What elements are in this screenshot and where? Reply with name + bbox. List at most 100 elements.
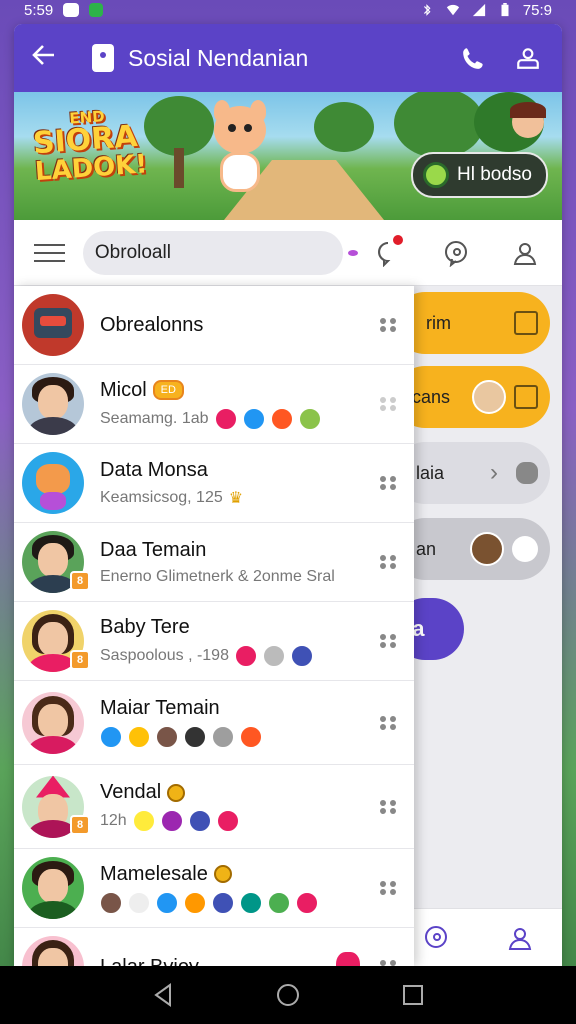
- chat-list-item[interactable]: Lalar Bvioy: [14, 928, 414, 966]
- avatar: [22, 452, 84, 514]
- chat-list-item[interactable]: Micol ED Seamamg. 1ab: [14, 365, 414, 444]
- user-tab-icon[interactable]: [506, 924, 534, 952]
- wifi-icon: [446, 4, 459, 16]
- status-right-time: 75:9: [522, 1, 552, 19]
- chat-list-item[interactable]: Data Monsa Keamsicsog, 125 ♛: [14, 444, 414, 523]
- more-options-icon[interactable]: [374, 709, 402, 737]
- secondary-panel: rim cans laia › an sa: [394, 286, 562, 966]
- status-time: 5:59: [24, 1, 54, 19]
- recents-nav-icon[interactable]: [400, 982, 426, 1008]
- avatar: [472, 380, 506, 414]
- pill-item[interactable]: cans: [394, 366, 550, 428]
- more-options-icon[interactable]: [374, 793, 402, 821]
- more-options-icon[interactable]: [374, 311, 402, 339]
- more-options-icon[interactable]: [374, 627, 402, 655]
- badge-icon: 8: [70, 650, 90, 670]
- status-bar: 5:59 75:9: [0, 0, 576, 20]
- profile-tab-button[interactable]: [502, 229, 548, 277]
- avatar: [22, 857, 84, 919]
- notification-icon: [63, 3, 80, 17]
- chat-list-item[interactable]: Maiar Temain: [14, 681, 414, 765]
- pill-label: an: [416, 538, 437, 559]
- pill-label: rim: [426, 312, 451, 333]
- chat-list-item[interactable]: Obrealonns: [14, 286, 414, 365]
- coin-icon: [213, 865, 232, 883]
- chat-name: Lalar Bvioy: [100, 956, 336, 967]
- more-options-icon[interactable]: [374, 469, 402, 497]
- more-options-icon[interactable]: [374, 390, 402, 418]
- search-box[interactable]: [82, 230, 358, 275]
- bluetooth-icon: [423, 4, 431, 16]
- avatar: [22, 373, 84, 435]
- settings-icon: [512, 536, 538, 562]
- back-nav-icon[interactable]: [150, 982, 176, 1008]
- user-lock-icon: [517, 48, 539, 69]
- phone-call-button[interactable]: [456, 40, 492, 76]
- back-arrow-icon[interactable]: [30, 41, 70, 76]
- chat-preview: Enerno Glimetnerk & 2onme Sral: [100, 567, 335, 585]
- chat-list: Obrealonns Micol ED Seamamg. 1ab Data Mo…: [14, 286, 414, 966]
- chat-name: Vendal: [100, 781, 374, 804]
- square-icon: [514, 385, 538, 409]
- tree-decoration: [314, 102, 374, 152]
- badge-icon: 8: [70, 571, 90, 591]
- more-options-icon[interactable]: [374, 953, 402, 966]
- chat-preview: Keamsicsog, 125 ♛: [100, 488, 244, 507]
- messenger-button[interactable]: [433, 229, 479, 277]
- chat-list-item[interactable]: 8 Daa Temain Enerno Glimetnerk & 2onme S…: [14, 523, 414, 602]
- avatar: [22, 294, 84, 356]
- system-nav-bar: [0, 966, 576, 1024]
- chat-preview: Saspoolous , -198: [100, 644, 374, 667]
- mascot-character: [204, 100, 274, 206]
- chat-name: Data Monsa: [100, 458, 208, 481]
- signal-icon: [472, 3, 485, 17]
- clock-icon: [423, 162, 449, 188]
- chat-preview: [100, 726, 374, 748]
- chat-list-item[interactable]: 8 Vendal 12h: [14, 765, 414, 849]
- profile-button[interactable]: [510, 40, 546, 76]
- chat-list-item[interactable]: 8 Baby Tere Saspoolous , -198: [14, 602, 414, 681]
- phone-icon: [463, 48, 483, 69]
- bottom-tabs: [394, 908, 562, 966]
- avatar: [470, 532, 504, 566]
- character-icon: [336, 952, 360, 966]
- messenger-tab-icon[interactable]: [422, 924, 450, 952]
- avatar: [22, 936, 84, 966]
- more-options-icon[interactable]: [374, 548, 402, 576]
- search-input[interactable]: [94, 241, 340, 264]
- speech-text: Hl bodso: [457, 164, 532, 185]
- toolbar: [14, 220, 562, 286]
- menu-icon[interactable]: [34, 238, 65, 268]
- square-icon: [514, 311, 538, 335]
- app-window: Sosial Nendanian END SIORA LADOK! Hl bod…: [14, 24, 562, 966]
- pill-item[interactable]: rim: [394, 292, 550, 354]
- game-logo: END SIORA LADOK!: [31, 106, 157, 204]
- speech-bubble[interactable]: Hl bodso: [411, 152, 548, 198]
- chat-name: Micol ED: [100, 379, 374, 402]
- coin-icon: [167, 783, 186, 802]
- app-notification-icon: [89, 3, 104, 17]
- badge-icon: 8: [70, 815, 90, 835]
- game-logo-line3: LADOK!: [34, 149, 149, 188]
- messenger-icon: [445, 240, 468, 267]
- chat-name: Maiar Temain: [100, 697, 220, 719]
- level-tag: ED: [152, 380, 184, 400]
- chat-bubble-button[interactable]: [365, 229, 411, 277]
- battery-icon: [501, 3, 509, 17]
- chevron-right-icon: ›: [490, 459, 498, 486]
- trunk-decoration: [174, 148, 184, 188]
- tree-decoration: [394, 92, 484, 158]
- chat-preview: [100, 891, 374, 914]
- pill-item[interactable]: laia ›: [394, 442, 550, 504]
- chat-preview: Seamamg. 1ab: [100, 407, 374, 430]
- pill-label: laia: [416, 462, 445, 483]
- home-nav-icon[interactable]: [275, 982, 301, 1008]
- chat-list-item[interactable]: Mamelesale: [14, 849, 414, 928]
- pill-item[interactable]: an: [394, 518, 550, 580]
- chat-name: Baby Tere: [100, 615, 190, 638]
- chat-name: Daa Temain: [100, 538, 207, 561]
- user-icon: [513, 242, 536, 265]
- more-options-icon[interactable]: [374, 874, 402, 902]
- game-banner[interactable]: END SIORA LADOK! Hl bodso: [14, 92, 562, 220]
- avatar: [22, 691, 84, 754]
